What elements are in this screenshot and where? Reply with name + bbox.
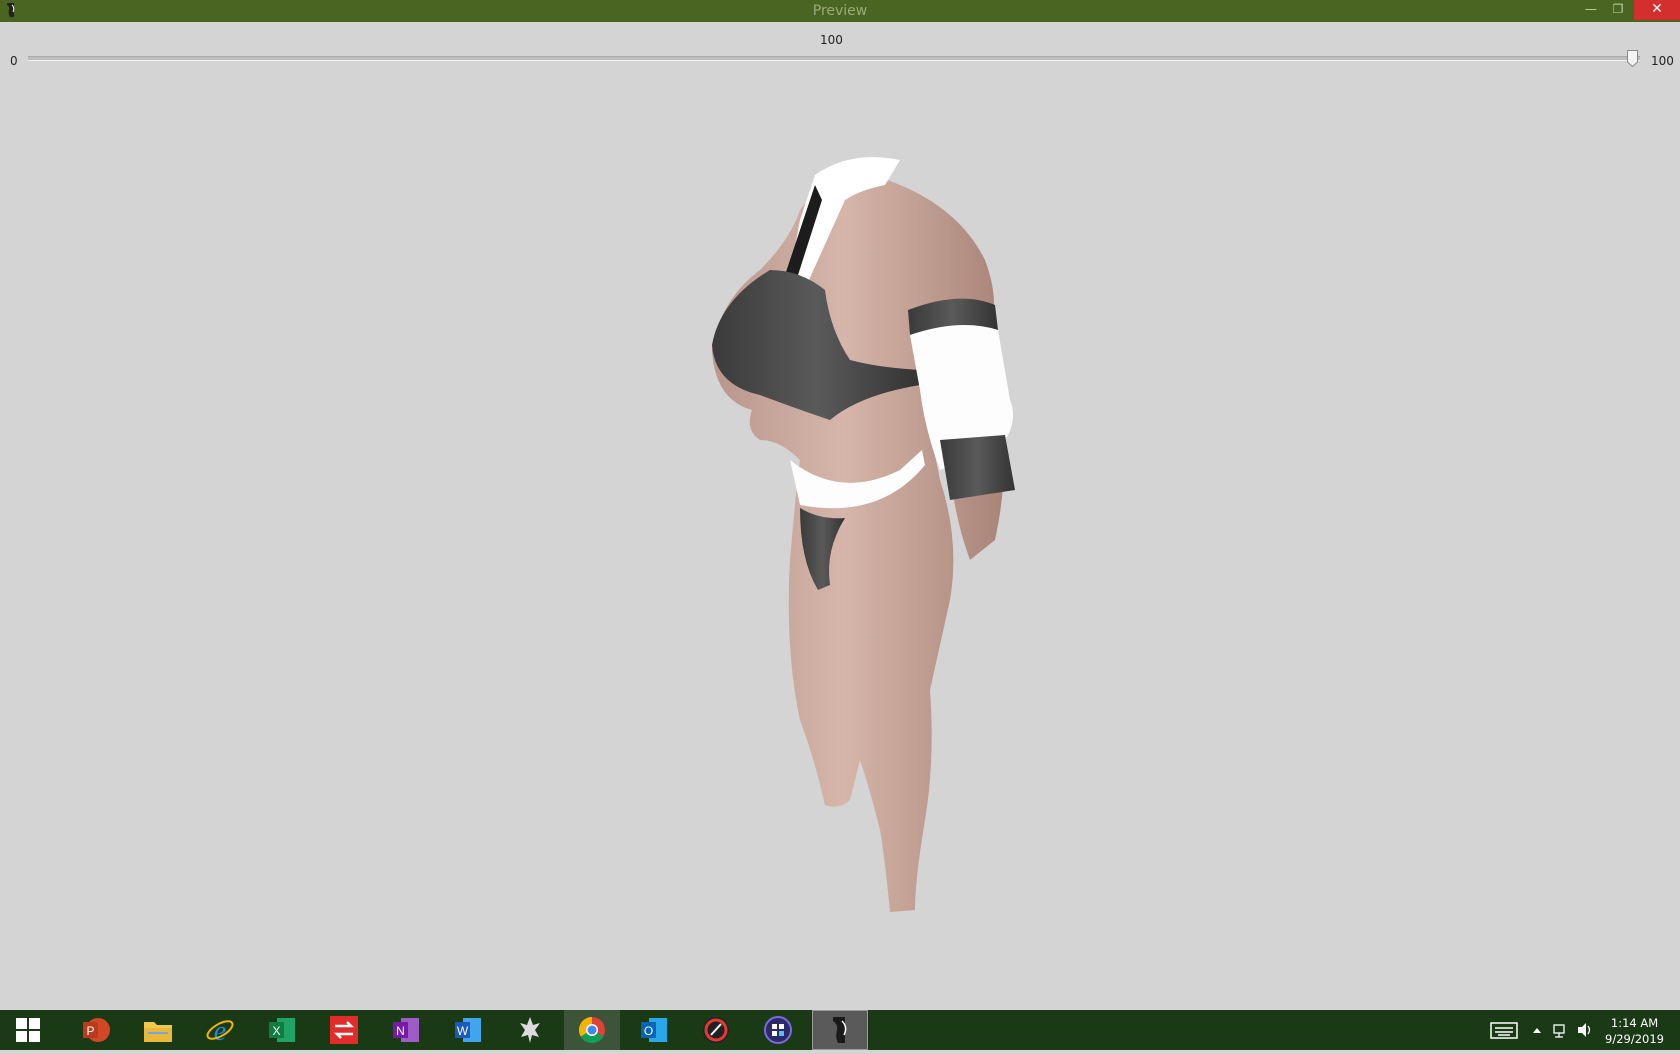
start-button[interactable] — [0, 1010, 56, 1050]
touch-keyboard-button[interactable] — [1490, 1010, 1520, 1050]
blue-app-icon — [764, 1016, 792, 1044]
minimize-icon: — — [1585, 2, 1597, 16]
word-icon: W — [455, 1018, 481, 1042]
close-button[interactable]: ✕ — [1634, 0, 1680, 20]
taskbar-transfer-app[interactable] — [316, 1010, 372, 1050]
file-explorer-icon — [144, 1022, 172, 1042]
minimize-button[interactable]: — — [1576, 0, 1606, 20]
taskbar-powerpoint[interactable]: P — [68, 1010, 124, 1050]
internet-explorer-icon: e — [206, 1016, 234, 1045]
keyboard-icon — [1490, 1022, 1518, 1039]
taskbar-blue-app[interactable] — [750, 1010, 806, 1050]
taskbar-skyrim[interactable] — [502, 1010, 558, 1050]
taskbar-file-explorer[interactable] — [130, 1010, 186, 1050]
taskbar-clock[interactable]: 1:14 AM 9/29/2019 — [1605, 1015, 1664, 1047]
taskbar-bodyslide-preview[interactable] — [812, 1010, 868, 1050]
svg-text:X: X — [272, 1024, 280, 1038]
excel-icon: X — [269, 1018, 295, 1042]
slider-min-label: 0 — [10, 54, 18, 68]
slider-value-label: 100 — [820, 33, 843, 47]
powerpoint-icon: P — [83, 1018, 110, 1042]
taskbar-red-app[interactable] — [688, 1010, 744, 1050]
taskbar: P e X N W O 1:14 AM 9/29/2019 — [0, 1010, 1680, 1050]
restore-button[interactable]: ❐ — [1603, 0, 1633, 20]
onenote-icon: N — [393, 1018, 419, 1042]
title-bar: Preview — ❐ ✕ — [0, 0, 1680, 22]
speaker-icon — [1578, 1023, 1591, 1037]
volume-button[interactable] — [1576, 1010, 1594, 1050]
start-icon — [16, 1018, 40, 1042]
transfer-app-icon — [330, 1016, 358, 1044]
slider-max-label: 100 — [1651, 54, 1674, 68]
taskbar-outlook[interactable]: O — [626, 1010, 682, 1050]
network-button[interactable] — [1552, 1010, 1570, 1050]
preview-viewport[interactable] — [0, 70, 1680, 1010]
svg-text:P: P — [86, 1024, 94, 1038]
bodyslide-preview-icon — [833, 1017, 847, 1043]
body-model — [712, 157, 1015, 912]
svg-text:O: O — [644, 1024, 653, 1038]
weight-slider-thumb[interactable] — [1627, 50, 1638, 67]
close-icon: ✕ — [1651, 1, 1663, 17]
weight-slider-track[interactable] — [28, 56, 1640, 61]
skyrim-icon — [520, 1017, 540, 1043]
svg-text:N: N — [396, 1024, 405, 1038]
outlook-icon: O — [641, 1018, 667, 1042]
svg-text:W: W — [457, 1024, 469, 1038]
taskbar-internet-explorer[interactable]: e — [192, 1010, 248, 1050]
chrome-icon — [578, 1016, 605, 1044]
taskbar-chrome[interactable] — [564, 1010, 620, 1050]
red-app-icon — [703, 1017, 729, 1043]
taskbar-onenote[interactable]: N — [378, 1010, 434, 1050]
network-icon — [1553, 1024, 1565, 1038]
clock-time: 1:14 AM — [1610, 1016, 1659, 1030]
show-hidden-icons-button[interactable] — [1530, 1010, 1544, 1050]
taskbar-word[interactable]: W — [440, 1010, 496, 1050]
svg-text:e: e — [214, 1016, 226, 1045]
chevron-up-icon — [1533, 1028, 1541, 1033]
taskbar-excel[interactable]: X — [254, 1010, 310, 1050]
window-title: Preview — [812, 3, 868, 19]
clock-date: 9/29/2019 — [1605, 1032, 1664, 1046]
restore-icon: ❐ — [1612, 2, 1624, 16]
